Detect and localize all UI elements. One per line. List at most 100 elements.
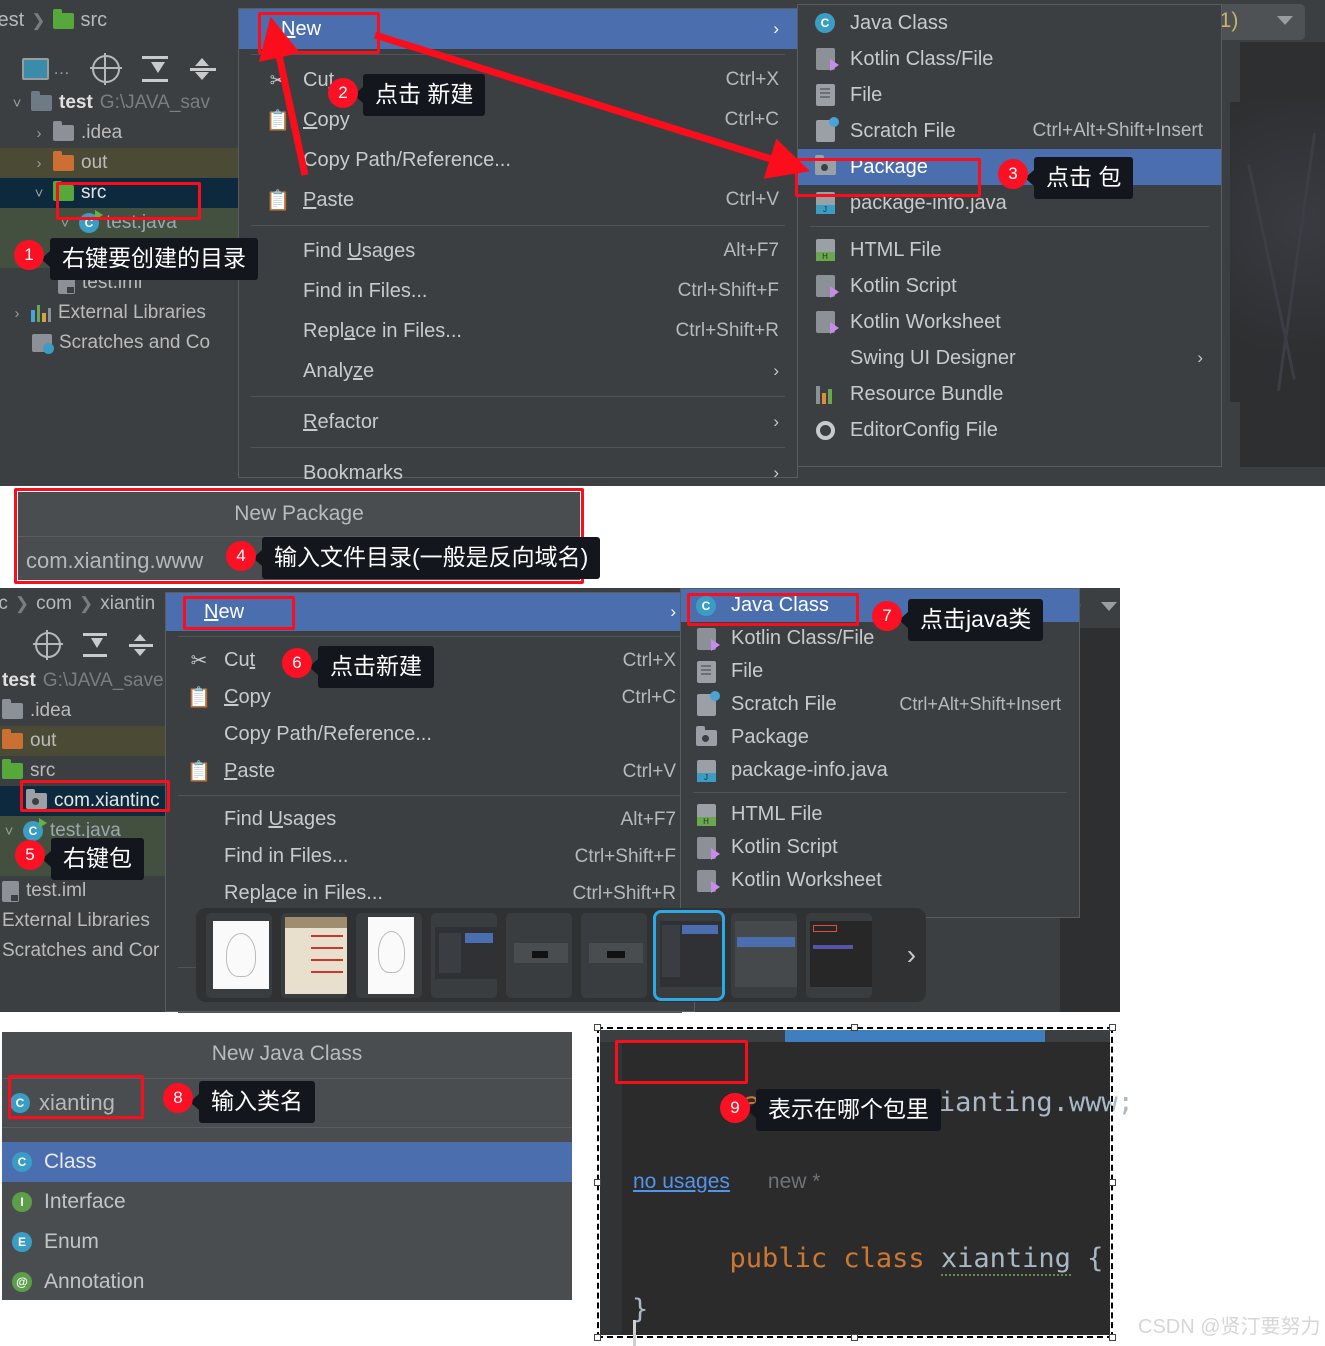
chevron-down-icon[interactable]: ˅ xyxy=(32,185,46,202)
context-menu-top[interactable]: New › ✂ Cut Ctrl+X 📋 Copy Ctrl+C Copy Pa… xyxy=(238,8,798,484)
submenu-item-swing-ui-designer[interactable]: Swing UI Designer › xyxy=(798,340,1221,376)
collapse-all-icon[interactable] xyxy=(190,56,216,82)
thumbnail-item[interactable] xyxy=(805,912,872,998)
thumbnail-item[interactable] xyxy=(355,912,422,998)
tree-item-out[interactable]: out xyxy=(0,726,168,756)
menu-item-copy[interactable]: 📋 Copy Ctrl+C xyxy=(239,100,797,140)
tree-item-external-libraries[interactable]: External Libraries xyxy=(0,906,168,936)
resize-handle-ne[interactable] xyxy=(1109,1024,1116,1031)
tree-item-idea[interactable]: .idea xyxy=(0,696,168,726)
submenu-item-kotlin-script[interactable]: Kotlin Script xyxy=(798,268,1221,304)
submenu-item-html-file[interactable]: HTML File xyxy=(798,232,1221,268)
thumbnail-item[interactable] xyxy=(730,912,797,998)
menu-item-refactor[interactable]: Refactor › xyxy=(239,402,797,442)
locate-icon[interactable] xyxy=(33,630,63,660)
tree-item-package[interactable]: com.xiantinc xyxy=(0,786,168,816)
submenu-item-resource-bundle[interactable]: Resource Bundle xyxy=(798,376,1221,412)
chevron-down-icon[interactable]: ˅ xyxy=(2,823,16,840)
chevron-right-icon[interactable]: › xyxy=(32,125,46,142)
resize-handle-sw[interactable] xyxy=(594,1334,601,1341)
select-opened-file-icon[interactable]: … xyxy=(22,58,70,80)
thumbnail-item[interactable] xyxy=(280,912,347,998)
thumbnail-item[interactable] xyxy=(505,912,572,998)
submenu-item-package[interactable]: Package xyxy=(681,721,1079,754)
submenu-item-file[interactable]: File xyxy=(681,655,1079,688)
tree-item-test[interactable]: test G:\JAVA_save xyxy=(0,666,168,696)
chevron-down-icon[interactable]: ˅ xyxy=(58,215,72,232)
breadcrumb-top[interactable]: test ❯ src xyxy=(0,8,107,32)
menu-item-analyze[interactable]: Analyze › xyxy=(239,351,797,391)
menu-item-cut[interactable]: ✂ Cut Ctrl+X xyxy=(239,60,797,100)
submenu-item-scratch-file[interactable]: Scratch File Ctrl+Alt+Shift+Insert xyxy=(681,688,1079,721)
expand-all-icon[interactable] xyxy=(142,56,168,82)
tree-item-test-java[interactable]: ˅ C test.java xyxy=(0,208,238,238)
resize-handle-e[interactable] xyxy=(1109,1179,1116,1186)
breadcrumb-item[interactable]: com xyxy=(36,593,72,615)
menu-item-find-in-files[interactable]: Find in Files... Ctrl+Shift+F xyxy=(166,838,694,875)
submenu-item-html-file[interactable]: HTML File xyxy=(681,798,1079,831)
chevron-down-icon[interactable]: ˅ xyxy=(10,95,24,112)
resize-handle-s[interactable] xyxy=(851,1334,858,1341)
menu-item-replace-in-files[interactable]: Replace in Files... Ctrl+Shift+R xyxy=(166,875,694,912)
submenu-item-kotlin-script[interactable]: Kotlin Script xyxy=(681,831,1079,864)
resize-handle-se[interactable] xyxy=(1109,1334,1116,1341)
resize-handle-w[interactable] xyxy=(594,1179,601,1186)
tree-item-src[interactable]: src xyxy=(0,756,168,786)
new-java-class-dialog[interactable]: New Java Class C xianting C Class I Inte… xyxy=(2,1032,572,1300)
thumbnail-strip[interactable]: › xyxy=(196,908,926,1002)
thumbnail-item-active[interactable] xyxy=(652,909,725,1001)
kind-option-annotation[interactable]: @ Annotation xyxy=(2,1262,572,1302)
menu-item-copy-path[interactable]: Copy Path/Reference... xyxy=(239,140,797,180)
menu-item-find-usages[interactable]: Find Usages Alt+F7 xyxy=(239,231,797,271)
submenu-item-kotlin-worksheet[interactable]: Kotlin Worksheet xyxy=(681,864,1079,897)
tree-item-test-iml[interactable]: test.iml xyxy=(0,876,168,906)
menu-item-new[interactable]: New › xyxy=(239,9,797,49)
thumbnail-item[interactable] xyxy=(206,912,272,998)
tree-item-idea[interactable]: › .idea xyxy=(0,118,238,148)
breadcrumb-item[interactable]: xiantin xyxy=(100,593,155,615)
breadcrumb-item[interactable]: test xyxy=(0,9,24,32)
submenu-item-file[interactable]: File xyxy=(798,77,1221,113)
menu-item-replace-in-files[interactable]: Replace in Files... Ctrl+Shift+R xyxy=(239,311,797,351)
breadcrumb-item[interactable]: rc xyxy=(0,593,8,615)
menu-item-copy-path[interactable]: Copy Path/Reference... xyxy=(166,716,694,753)
thumbnail-item[interactable] xyxy=(580,912,647,998)
collapse-all-icon[interactable] xyxy=(129,633,153,657)
menu-item-new[interactable]: New › xyxy=(166,593,694,631)
tree-item-src[interactable]: ˅ src xyxy=(0,178,238,208)
submenu-item-package-info[interactable]: package-info.java xyxy=(798,185,1221,221)
chevron-right-icon[interactable]: › xyxy=(32,155,46,172)
submenu-item-editorconfig-file[interactable]: EditorConfig File xyxy=(798,412,1221,448)
resize-handle-n[interactable] xyxy=(851,1024,858,1031)
project-tree-middle[interactable]: test G:\JAVA_save .idea out src com.xian… xyxy=(0,666,168,966)
tree-item-scratches[interactable]: Scratches and Co xyxy=(0,328,238,358)
locate-icon[interactable] xyxy=(90,53,122,85)
submenu-item-kotlin-class[interactable]: Kotlin Class/File xyxy=(798,41,1221,77)
tree-item-scratches[interactable]: Scratches and Cor xyxy=(0,936,168,966)
breadcrumb-middle[interactable]: rc ❯ com ❯ xiantin xyxy=(0,593,155,615)
expand-all-icon[interactable] xyxy=(83,633,107,657)
chevron-right-icon[interactable]: › xyxy=(10,305,24,322)
kind-option-interface[interactable]: I Interface xyxy=(2,1182,572,1222)
menu-item-find-usages[interactable]: Find Usages Alt+F7 xyxy=(166,801,694,838)
submenu-item-java-class[interactable]: C Java Class xyxy=(798,5,1221,41)
project-toolbar[interactable]: … xyxy=(22,53,216,85)
tree-item-test[interactable]: ˅ test G:\JAVA_sav xyxy=(0,88,238,118)
menu-item-bookmarks[interactable]: Bookmarks › xyxy=(239,453,797,493)
tree-item-external-libraries[interactable]: › External Libraries xyxy=(0,298,238,328)
strip-next-icon[interactable]: › xyxy=(907,939,916,971)
menu-item-find-in-files[interactable]: Find in Files... Ctrl+Shift+F xyxy=(239,271,797,311)
submenu-item-scratch-file[interactable]: Scratch File Ctrl+Alt+Shift+Insert xyxy=(798,113,1221,149)
thumbnail-item[interactable] xyxy=(430,912,497,998)
resize-handle-nw[interactable] xyxy=(594,1024,601,1031)
chevron-down-icon[interactable] xyxy=(1277,16,1293,25)
submenu-item-package-info[interactable]: package-info.java xyxy=(681,754,1079,787)
submenu-item-kotlin-worksheet[interactable]: Kotlin Worksheet xyxy=(798,304,1221,340)
kind-option-enum[interactable]: E Enum xyxy=(2,1222,572,1262)
chevron-down-icon[interactable] xyxy=(1101,602,1117,611)
submenu-new-top[interactable]: C Java Class Kotlin Class/File File Scra… xyxy=(797,4,1222,467)
menu-item-paste[interactable]: 📋 Paste Ctrl+V xyxy=(239,180,797,220)
kind-option-class[interactable]: C Class xyxy=(2,1142,572,1182)
tree-item-out[interactable]: › out xyxy=(0,148,238,178)
project-tree-top[interactable]: ˅ test G:\JAVA_sav › .idea › out ˅ src ˅… xyxy=(0,88,238,486)
